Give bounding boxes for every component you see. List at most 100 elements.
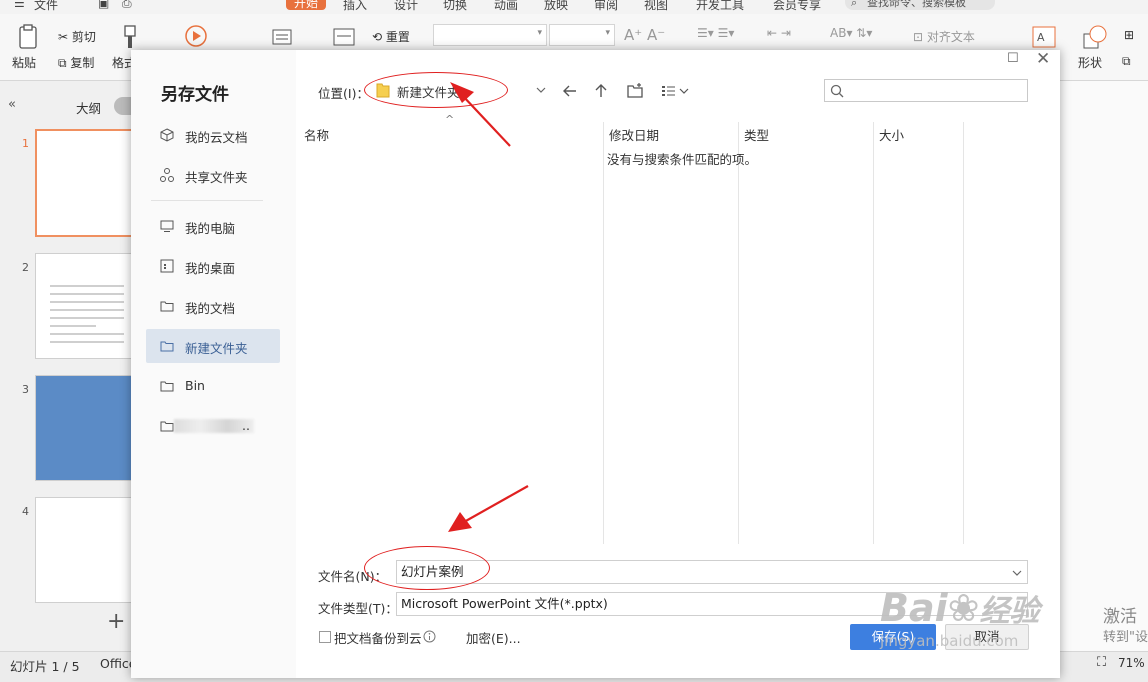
save-button[interactable]: 保存(S) — [850, 624, 936, 650]
cut-button[interactable]: ✂ 剪切 — [58, 28, 96, 45]
add-slide-button[interactable]: + — [107, 609, 125, 634]
folder-icon — [160, 301, 174, 312]
tab-member[interactable]: 会员专享 — [773, 0, 821, 13]
text-direction-icon[interactable]: AB▾ ⇅▾ — [830, 26, 872, 40]
column-header-size[interactable]: 大小 — [879, 125, 904, 144]
slide-thumbnail-4[interactable] — [35, 497, 133, 603]
command-search[interactable]: ⌕ 查找命令、搜索模板 — [845, 0, 995, 10]
cut-label: 剪切 — [71, 30, 96, 44]
align-text-button[interactable]: ⊡ 对齐文本 — [913, 28, 975, 45]
save-icon[interactable]: ▣ — [98, 0, 109, 10]
sidebar-item-documents[interactable]: 我的文档 — [146, 289, 280, 323]
column-header-type[interactable]: 类型 — [744, 125, 769, 144]
new-folder-icon[interactable] — [624, 80, 646, 102]
filetype-label: 文件类型(T)： — [318, 601, 398, 616]
search-input[interactable] — [824, 79, 1028, 102]
print-icon[interactable]: ⎙ — [122, 0, 132, 11]
sidebar-item-label: .. — [242, 418, 250, 433]
arrange-button[interactable]: ⧉ — [1122, 54, 1131, 69]
indent-icon[interactable]: ⇤ ⇥ — [767, 26, 791, 40]
filetype-value: Microsoft PowerPoint 文件(*.pptx) — [401, 596, 608, 611]
dialog-title: 另存文件 — [161, 85, 229, 105]
encrypt-link[interactable]: 加密(E)... — [466, 628, 521, 647]
arrange-icon[interactable]: ⊞ — [1124, 28, 1134, 42]
column-header-name[interactable]: 名称 — [304, 125, 329, 144]
shape-icon[interactable] — [1082, 24, 1108, 50]
tab-outline[interactable]: 大纲 — [76, 98, 101, 117]
slide-number: 2 — [22, 261, 29, 274]
filetype-select[interactable]: Microsoft PowerPoint 文件(*.pptx) — [396, 592, 1028, 616]
activate-windows-hint: 转到"设 — [1103, 630, 1148, 645]
view-mode-icon[interactable] — [659, 80, 693, 102]
maximize-icon[interactable]: ☐ — [1007, 51, 1019, 66]
tab-design[interactable]: 设计 — [394, 0, 418, 13]
sidebar-item-blurred[interactable]: .. — [146, 409, 280, 443]
zoom-level[interactable]: 71% — [1118, 656, 1145, 670]
filename-input[interactable]: 幻灯片案例 — [396, 560, 1028, 584]
monitor-icon — [160, 220, 174, 232]
column-divider — [603, 122, 604, 544]
textbox-icon[interactable]: A — [1032, 26, 1056, 48]
font-grow-icon[interactable]: A⁺ A⁻ — [624, 26, 665, 44]
info-icon[interactable] — [423, 630, 436, 643]
play-icon[interactable] — [184, 24, 208, 48]
bullets-icon[interactable]: ☰▾ ☰▾ — [697, 26, 734, 40]
column-divider — [963, 122, 964, 544]
close-icon[interactable]: ✕ — [1036, 49, 1050, 69]
sidebar-item-new-folder[interactable]: 新建文件夹 — [146, 329, 280, 363]
reset-button[interactable]: ⟲ 重置 — [372, 28, 410, 45]
new-slide-icon[interactable] — [270, 24, 294, 48]
layout-icon[interactable] — [333, 28, 355, 48]
shape-button[interactable]: 形状 — [1078, 54, 1102, 71]
tab-slideshow[interactable]: 放映 — [544, 0, 568, 13]
slide-number: 4 — [22, 505, 29, 518]
cancel-button[interactable]: 取消 — [945, 624, 1029, 650]
up-arrow-icon[interactable] — [590, 80, 612, 102]
sidebar-item-label: 新建文件夹 — [185, 341, 248, 356]
file-menu[interactable]: 文件 — [34, 0, 58, 13]
hamburger-icon[interactable]: ☰ — [14, 0, 25, 10]
save-as-dialog: 另存文件 我的云文档 共享文件夹 我的电脑 我的桌面 我的文档 新建文件夹 Bi… — [131, 49, 1060, 678]
activate-windows-title: 激活 — [1103, 607, 1137, 627]
tab-home[interactable]: 开始 — [286, 0, 326, 10]
sidebar-item-label: 我的云文档 — [185, 130, 248, 145]
sidebar-item-shared[interactable]: 共享文件夹 — [146, 158, 280, 192]
tab-developer[interactable]: 开发工具 — [696, 0, 744, 13]
slide-thumbnail-1[interactable] — [35, 129, 133, 237]
tab-review[interactable]: 审阅 — [594, 0, 618, 13]
slide-text-preview — [50, 285, 124, 343]
back-arrow-icon[interactable] — [559, 80, 581, 102]
sidebar-item-desktop[interactable]: 我的桌面 — [146, 249, 280, 283]
folder-icon — [376, 83, 390, 98]
paste-icon[interactable] — [18, 24, 40, 50]
backup-checkbox[interactable] — [319, 631, 331, 643]
tab-animation[interactable]: 动画 — [494, 0, 518, 13]
location-value: 新建文件夹 — [397, 85, 460, 100]
sidebar-item-computer[interactable]: 我的电脑 — [146, 209, 280, 243]
slide-thumbnail-2[interactable] — [35, 253, 133, 359]
copy-label: 复制 — [70, 56, 95, 70]
sidebar-item-label: 我的电脑 — [185, 221, 236, 236]
font-size-select[interactable]: ▾ — [549, 24, 615, 46]
tab-transition[interactable]: 切换 — [443, 0, 467, 13]
sidebar-item-bin[interactable]: Bin — [146, 369, 280, 403]
copy-button[interactable]: ⧉ 复制 — [58, 54, 94, 71]
location-select[interactable]: 新建文件夹 — [368, 76, 550, 104]
folder-icon — [160, 341, 174, 352]
tab-view[interactable]: 视图 — [644, 0, 668, 13]
font-name-select[interactable]: ▾ — [433, 24, 547, 46]
column-header-modified[interactable]: 修改日期 — [609, 125, 659, 144]
sidebar-item-cloud[interactable]: 我的云文档 — [146, 118, 280, 152]
reset-label: 重置 — [385, 30, 410, 44]
scissors-icon: ✂ — [58, 30, 69, 44]
align-icon: ⊡ — [913, 30, 924, 44]
dialog-sidebar: 另存文件 我的云文档 共享文件夹 我的电脑 我的桌面 我的文档 新建文件夹 Bi… — [131, 50, 296, 678]
slide-number: 1 — [22, 137, 29, 150]
fit-window-icon[interactable]: ⛶ — [1097, 655, 1106, 670]
sidebar-item-label: 共享文件夹 — [185, 170, 248, 185]
format-painter-icon[interactable] — [120, 24, 140, 50]
paste-button[interactable]: 粘贴 — [12, 54, 36, 71]
collapse-panel-icon[interactable]: « — [8, 97, 16, 112]
slide-thumbnail-3[interactable] — [35, 375, 133, 481]
tab-insert[interactable]: 插入 — [343, 0, 367, 13]
